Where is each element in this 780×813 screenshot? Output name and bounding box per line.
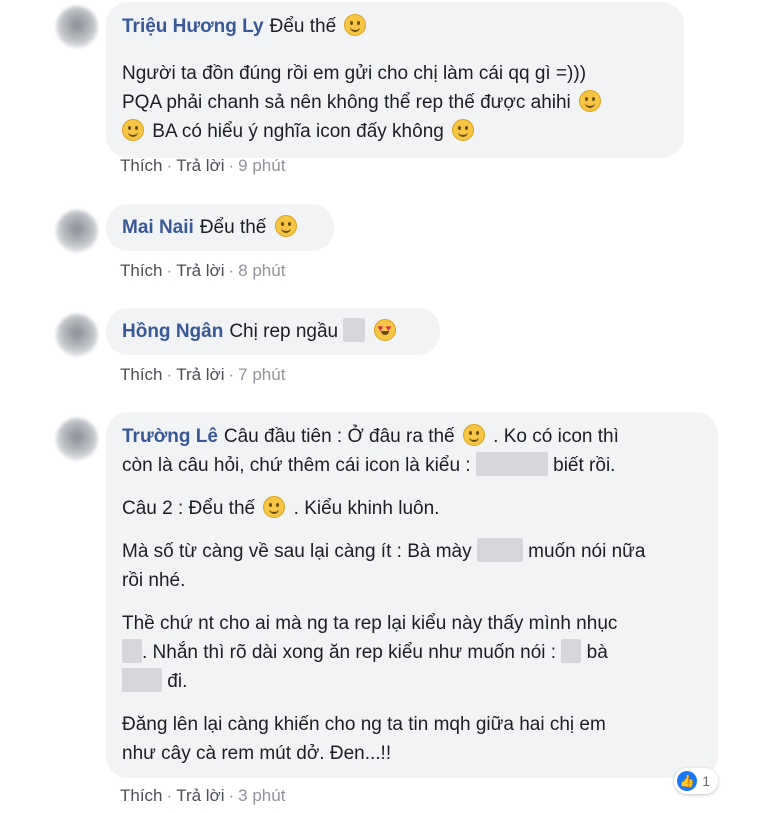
timestamp[interactable]: 8 phút bbox=[238, 261, 285, 280]
comment-text: Đểu thế bbox=[269, 16, 337, 37]
censored-word bbox=[122, 639, 142, 663]
comment-actions: Thích · Trả lời · 8 phút bbox=[120, 261, 285, 281]
censored-word bbox=[476, 538, 523, 562]
comment-text: . Nhắn thì rõ dài xong ăn rep kiểu như m… bbox=[142, 642, 557, 663]
comment-text: Chị rep ngầu bbox=[229, 321, 339, 342]
comment-paragraph: Câu 2 : Đểu thế . Kiểu khinh luôn. bbox=[122, 494, 702, 523]
comment-text: Câu 2 : Đểu thế bbox=[122, 498, 256, 519]
censored-word bbox=[475, 452, 548, 476]
comment-first-line: Hồng Ngân Chị rep ngầu bbox=[122, 317, 424, 346]
comment-text: như cây cà rem mút dở. Đen...!! bbox=[122, 743, 392, 764]
comment-text: Câu đầu tiên : Ở đâu ra thế bbox=[223, 426, 455, 447]
comment-paragraph: Trường Lê Câu đầu tiên : Ở đâu ra thế . K… bbox=[122, 422, 702, 480]
separator: · bbox=[166, 261, 173, 280]
separator: · bbox=[166, 786, 173, 805]
comment-paragraph: Thề chứ nt cho ai mà ng ta rep lại kiểu … bbox=[122, 609, 702, 696]
separator: · bbox=[166, 365, 173, 384]
comment-text: . Ko có icon thì bbox=[493, 426, 619, 447]
comment-bubble: Mai Naii Đểu thế bbox=[106, 204, 334, 251]
reply-link[interactable]: Trả lời bbox=[176, 261, 224, 280]
censored-word bbox=[343, 318, 366, 342]
comment-body: Người ta đồn đúng rồi em gửi cho chị làm… bbox=[122, 59, 668, 146]
comment-actions: Thích · Trả lời · 7 phút bbox=[120, 365, 285, 385]
comment-text: đi. bbox=[167, 671, 188, 692]
comment-text: rồi nhé. bbox=[122, 570, 186, 591]
comment-actions: Thích · Trả lời · 3 phút bbox=[120, 786, 285, 806]
timestamp[interactable]: 9 phút bbox=[238, 156, 285, 175]
timestamp[interactable]: 3 phút bbox=[238, 786, 285, 805]
reaction-count-badge[interactable]: 👍 1 bbox=[674, 768, 718, 794]
censored-word bbox=[122, 668, 162, 692]
avatar[interactable] bbox=[56, 314, 98, 356]
avatar[interactable] bbox=[56, 210, 98, 252]
comment-first-line: Triệu Hương Ly Đểu thế bbox=[122, 12, 668, 41]
smile-emoji-icon bbox=[263, 496, 286, 518]
like-link[interactable]: Thích bbox=[120, 365, 163, 384]
like-link[interactable]: Thích bbox=[120, 261, 163, 280]
comment-text: còn là câu hỏi, chứ thêm cái icon là kiể… bbox=[122, 455, 471, 476]
comment-bubble: Hồng Ngân Chị rep ngầu bbox=[106, 308, 440, 355]
separator: · bbox=[228, 786, 235, 805]
author-name[interactable]: Trường Lê bbox=[122, 426, 218, 447]
heart-eyes-emoji-icon bbox=[373, 319, 396, 341]
separator: · bbox=[228, 156, 235, 175]
separator: · bbox=[166, 156, 173, 175]
like-link[interactable]: Thích bbox=[120, 156, 163, 175]
avatar[interactable] bbox=[56, 6, 98, 48]
separator: · bbox=[228, 261, 235, 280]
comment-paragraph: Đăng lên lại càng khiến cho ng ta tin mq… bbox=[122, 710, 702, 768]
reply-link[interactable]: Trả lời bbox=[176, 156, 224, 175]
comment-bubble: Triệu Hương Ly Đểu thế Người ta đồn đúng … bbox=[106, 2, 684, 158]
reaction-count: 1 bbox=[702, 773, 710, 789]
reply-link[interactable]: Trả lời bbox=[176, 365, 224, 384]
comment-text: muốn nói nữa bbox=[528, 541, 646, 562]
comment-paragraph: Mà số từ càng về sau lại càng ít : Bà mà… bbox=[122, 537, 702, 595]
author-name[interactable]: Triệu Hương Ly bbox=[122, 16, 264, 37]
smile-emoji-icon bbox=[579, 90, 602, 112]
comment-text: Người ta đồn đúng rồi em gửi cho chị làm… bbox=[122, 63, 587, 84]
smile-emoji-icon bbox=[344, 14, 367, 36]
reply-link[interactable]: Trả lời bbox=[176, 786, 224, 805]
comment-text: Mà số từ càng về sau lại càng ít : Bà mà… bbox=[122, 541, 472, 562]
author-name[interactable]: Hồng Ngân bbox=[122, 321, 223, 342]
comment-text: bà bbox=[586, 642, 608, 663]
comment-text: biết rồi. bbox=[553, 455, 616, 476]
thumbs-up-icon: 👍 bbox=[677, 771, 698, 791]
smile-emoji-icon bbox=[122, 119, 144, 141]
comment-first-line: Mai Naii Đểu thế bbox=[122, 213, 318, 242]
comment-text: . Kiểu khinh luôn. bbox=[293, 498, 440, 519]
comment-actions: Thích · Trả lời · 9 phút bbox=[120, 156, 285, 176]
comment-text: Đểu thế bbox=[199, 217, 267, 238]
smile-emoji-icon bbox=[462, 424, 485, 446]
smile-emoji-icon bbox=[452, 119, 475, 141]
censored-word bbox=[561, 639, 582, 663]
avatar[interactable] bbox=[56, 418, 98, 460]
comment-bubble: Trường Lê Câu đầu tiên : Ở đâu ra thế . K… bbox=[106, 412, 718, 778]
separator: · bbox=[228, 365, 235, 384]
comment-text: Đăng lên lại càng khiến cho ng ta tin mq… bbox=[122, 714, 606, 735]
comment-text: PQA phải chanh sả nên không thể rep thế … bbox=[122, 92, 571, 113]
author-name[interactable]: Mai Naii bbox=[122, 217, 194, 238]
smile-emoji-icon bbox=[274, 215, 297, 237]
like-link[interactable]: Thích bbox=[120, 786, 163, 805]
comment-text: Thề chứ nt cho ai mà ng ta rep lại kiểu … bbox=[122, 613, 618, 634]
comment-text: BA có hiểu ý nghĩa icon đấy không bbox=[152, 121, 444, 142]
timestamp[interactable]: 7 phút bbox=[238, 365, 285, 384]
